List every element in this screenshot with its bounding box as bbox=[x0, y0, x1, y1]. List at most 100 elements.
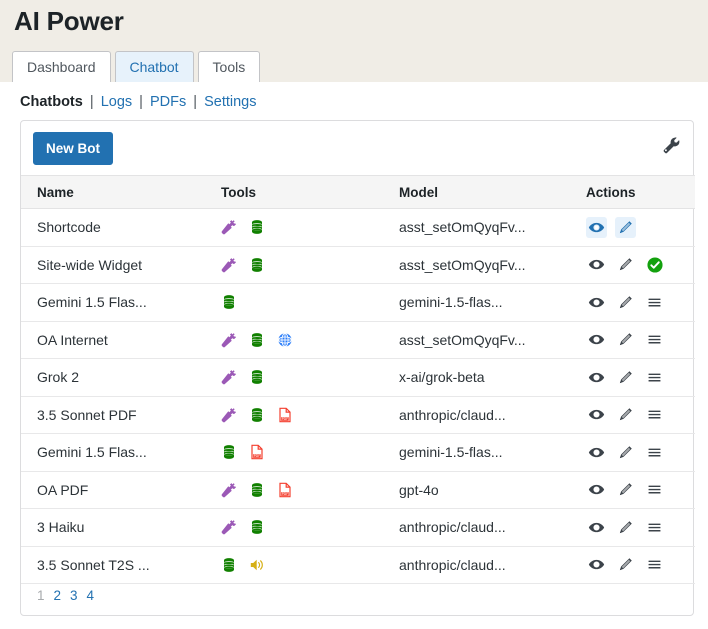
new-bot-button[interactable]: New Bot bbox=[33, 132, 113, 165]
cell-tools: PDF bbox=[203, 396, 383, 434]
tab-chatbot[interactable]: Chatbot bbox=[114, 51, 194, 82]
table-row: 3 Haiku anthropic/claud... bbox=[21, 508, 695, 547]
tool-icon-group bbox=[221, 332, 383, 348]
eye-icon[interactable] bbox=[586, 329, 607, 350]
pagination-page-link[interactable]: 4 bbox=[87, 588, 95, 603]
menu-icon[interactable] bbox=[644, 404, 665, 425]
menu-icon[interactable] bbox=[644, 367, 665, 388]
table-row: 3.5 Sonnet T2S ... anthropic/claud... bbox=[21, 546, 695, 584]
breadcrumb-separator-1: | bbox=[89, 94, 94, 110]
tool-icon-group: PDF bbox=[221, 482, 383, 498]
column-header-name[interactable]: Name bbox=[21, 175, 203, 209]
admin-page-header-band: AI Power Dashboard Chatbot Tools bbox=[0, 0, 708, 82]
tab-dashboard[interactable]: Dashboard bbox=[12, 51, 111, 82]
action-icon-group bbox=[586, 554, 695, 575]
pdf-icon: PDF bbox=[277, 482, 293, 498]
tab-dashboard-label: Dashboard bbox=[27, 59, 96, 75]
database-icon bbox=[221, 557, 237, 573]
table-row: Shortcode asst_setOmQyqFv... bbox=[21, 208, 695, 247]
eye-icon[interactable] bbox=[586, 367, 607, 388]
breadcrumb-link-settings[interactable]: Settings bbox=[204, 94, 256, 110]
cell-tools bbox=[203, 508, 383, 547]
cell-actions bbox=[571, 208, 695, 247]
column-header-model[interactable]: Model bbox=[383, 175, 571, 209]
pencil-icon[interactable] bbox=[615, 517, 636, 538]
pencil-icon[interactable] bbox=[615, 329, 636, 350]
table-body: Shortcode asst_setOmQyqFv... Site-wide W… bbox=[21, 208, 695, 584]
action-icon-group bbox=[586, 367, 695, 388]
pagination-page-link[interactable]: 3 bbox=[70, 588, 78, 603]
eye-icon[interactable] bbox=[586, 517, 607, 538]
pencil-icon[interactable] bbox=[615, 404, 636, 425]
plug-icon bbox=[221, 482, 237, 498]
eye-icon[interactable] bbox=[586, 254, 607, 275]
cell-actions bbox=[571, 433, 695, 472]
cell-model: asst_setOmQyqFv... bbox=[383, 246, 571, 284]
breadcrumb-current: Chatbots bbox=[20, 94, 83, 110]
column-header-actions[interactable]: Actions bbox=[571, 175, 695, 209]
pencil-icon[interactable] bbox=[615, 479, 636, 500]
eye-icon[interactable] bbox=[586, 216, 607, 238]
menu-icon[interactable] bbox=[644, 554, 665, 575]
table-row: Gemini 1.5 Flas... PDF gemini-1.5-flas..… bbox=[21, 433, 695, 472]
plug-icon bbox=[221, 332, 237, 348]
pencil-icon[interactable] bbox=[615, 216, 636, 238]
action-icon-group bbox=[586, 517, 695, 538]
pagination-page-link[interactable]: 2 bbox=[54, 588, 62, 603]
wrench-icon[interactable] bbox=[659, 133, 683, 157]
cell-tools: PDF bbox=[203, 471, 383, 509]
action-icon-group bbox=[586, 292, 695, 313]
breadcrumb-link-pdfs[interactable]: PDFs bbox=[150, 94, 186, 110]
pencil-icon[interactable] bbox=[615, 554, 636, 575]
pencil-icon[interactable] bbox=[615, 292, 636, 313]
tab-tools[interactable]: Tools bbox=[197, 51, 261, 82]
menu-icon[interactable] bbox=[644, 517, 665, 538]
globe-icon bbox=[277, 332, 293, 348]
database-icon bbox=[249, 369, 265, 385]
pagination-current-page: 1 bbox=[37, 588, 45, 603]
eye-icon[interactable] bbox=[586, 404, 607, 425]
breadcrumb-separator-3: | bbox=[193, 94, 198, 110]
plug-icon bbox=[221, 519, 237, 535]
plug-icon bbox=[221, 369, 237, 385]
column-header-tools[interactable]: Tools bbox=[203, 175, 383, 209]
pencil-icon[interactable] bbox=[615, 442, 636, 463]
tool-icon-group bbox=[221, 219, 383, 235]
table-row: Site-wide Widget asst_setOmQyqFv... bbox=[21, 246, 695, 284]
eye-icon[interactable] bbox=[586, 479, 607, 500]
eye-icon[interactable] bbox=[586, 292, 607, 313]
plug-icon bbox=[221, 219, 237, 235]
cell-model: asst_setOmQyqFv... bbox=[383, 321, 571, 359]
cell-tools bbox=[203, 321, 383, 359]
tab-chatbot-label: Chatbot bbox=[129, 59, 179, 75]
menu-icon[interactable] bbox=[644, 292, 665, 313]
tool-icon-group bbox=[221, 294, 383, 310]
cell-tools: PDF bbox=[203, 433, 383, 472]
speaker-icon bbox=[249, 557, 265, 573]
pencil-icon[interactable] bbox=[615, 367, 636, 388]
cell-model: anthropic/claud... bbox=[383, 508, 571, 547]
svg-text:PDF: PDF bbox=[282, 492, 289, 496]
breadcrumb-link-logs[interactable]: Logs bbox=[101, 94, 132, 110]
cell-tools bbox=[203, 246, 383, 284]
content-area: Chatbots | Logs | PDFs | Settings New Bo… bbox=[0, 82, 708, 629]
tool-icon-group bbox=[221, 519, 383, 535]
pagination: 1234 bbox=[37, 588, 94, 603]
cell-model: asst_setOmQyqFv... bbox=[383, 208, 571, 247]
eye-icon[interactable] bbox=[586, 554, 607, 575]
table-row: OA Internet asst_setOmQyqFv... bbox=[21, 321, 695, 359]
cell-bot-name: 3 Haiku bbox=[21, 508, 203, 547]
cell-model: anthropic/claud... bbox=[383, 396, 571, 434]
cell-model: x-ai/grok-beta bbox=[383, 358, 571, 397]
menu-icon[interactable] bbox=[644, 329, 665, 350]
database-icon bbox=[249, 482, 265, 498]
cell-model: anthropic/claud... bbox=[383, 546, 571, 584]
check-circle-icon[interactable] bbox=[644, 254, 665, 275]
pencil-icon[interactable] bbox=[615, 254, 636, 275]
cell-bot-name: 3.5 Sonnet T2S ... bbox=[21, 546, 203, 584]
menu-icon[interactable] bbox=[644, 479, 665, 500]
eye-icon[interactable] bbox=[586, 442, 607, 463]
tool-icon-group: PDF bbox=[221, 407, 383, 423]
menu-icon[interactable] bbox=[644, 442, 665, 463]
cell-bot-name: Grok 2 bbox=[21, 358, 203, 397]
